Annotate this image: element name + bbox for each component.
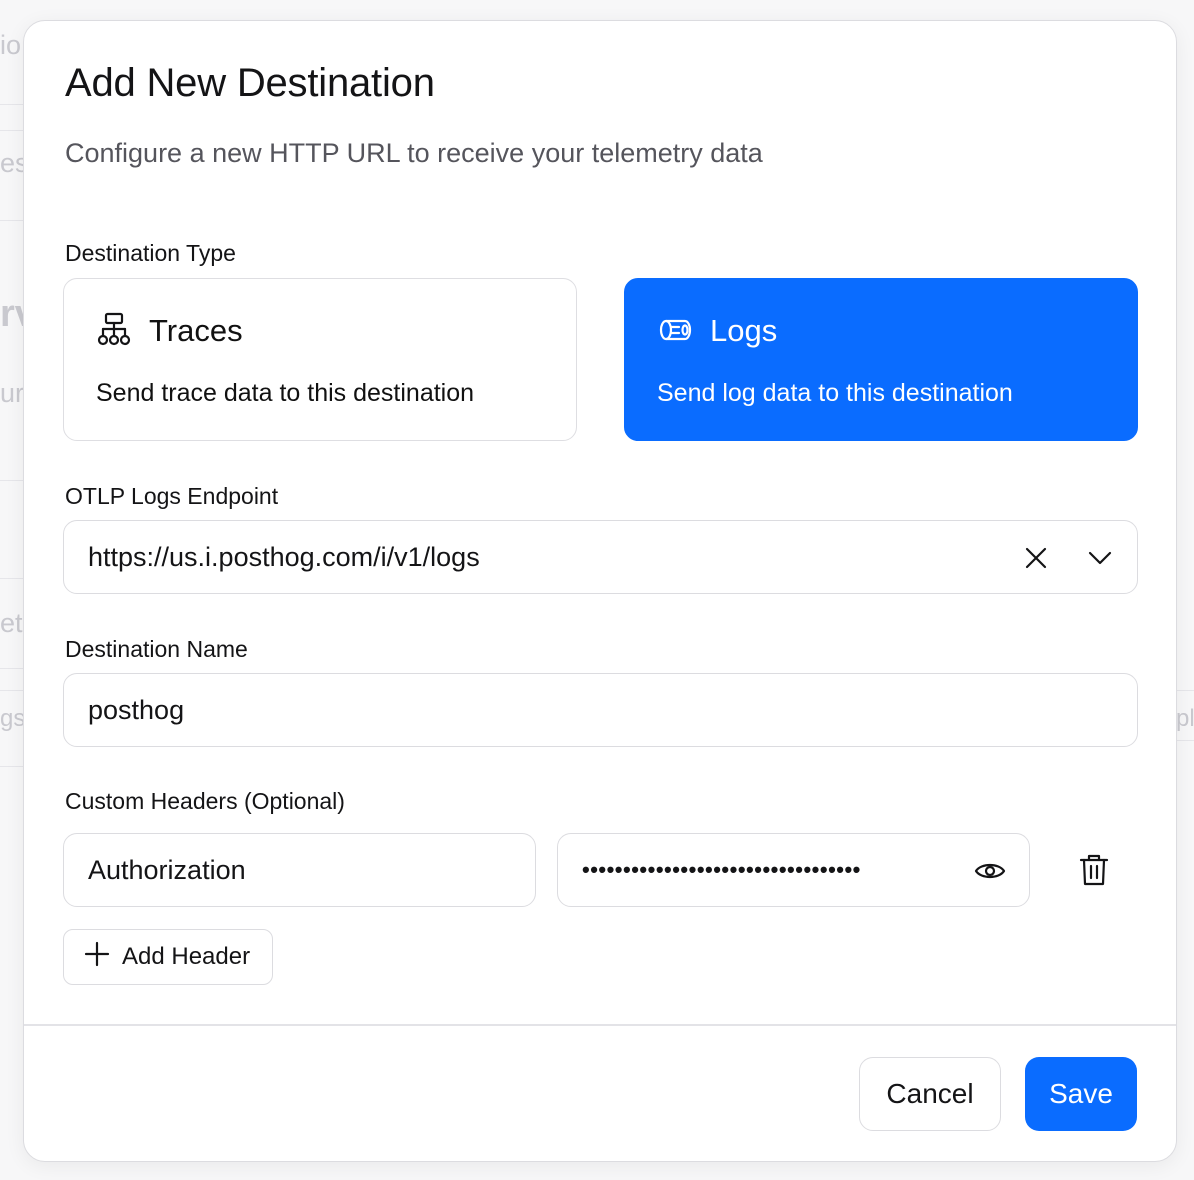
destination-name-field[interactable] xyxy=(63,673,1138,747)
background-fragment: gs xyxy=(0,705,26,732)
traces-card-description: Send trace data to this destination xyxy=(96,379,475,407)
background-divider xyxy=(0,578,23,579)
destination-name-input[interactable] xyxy=(88,674,1113,746)
background-divider xyxy=(0,130,23,131)
sitemap-icon xyxy=(96,312,132,348)
destination-type-label: Destination Type xyxy=(65,240,236,266)
header-value-masked: •••••••••••••••••••••••••••••••••• xyxy=(582,857,861,882)
plus-icon xyxy=(84,941,110,974)
background-fragment: pl xyxy=(1176,705,1194,732)
destination-name-label: Destination Name xyxy=(65,636,248,662)
traces-card-title: Traces xyxy=(149,313,243,348)
log-scroll-icon xyxy=(657,312,693,348)
add-destination-dialog: Add New Destination Configure a new HTTP… xyxy=(23,20,1177,1162)
background-fragment: et xyxy=(0,608,23,638)
clear-icon[interactable] xyxy=(1020,542,1052,574)
background-divider xyxy=(0,766,23,767)
dialog-subtitle: Configure a new HTTP URL to receive your… xyxy=(65,138,763,168)
destination-type-logs-card[interactable]: Logs Send log data to this destination xyxy=(624,278,1138,441)
chevron-down-icon[interactable] xyxy=(1084,542,1116,574)
endpoint-value: https://us.i.posthog.com/i/v1/logs xyxy=(88,542,480,572)
background-divider xyxy=(0,480,23,481)
footer-divider xyxy=(24,1024,1176,1026)
background-divider xyxy=(1177,690,1194,691)
background-divider xyxy=(0,668,23,669)
dialog-title: Add New Destination xyxy=(65,61,435,105)
background-fragment: ur xyxy=(0,378,25,408)
eye-icon[interactable] xyxy=(972,855,1008,887)
background-divider xyxy=(0,690,23,691)
logs-card-title: Logs xyxy=(710,313,778,348)
header-key-input[interactable] xyxy=(88,834,511,906)
background-divider xyxy=(0,104,23,105)
save-button[interactable]: Save xyxy=(1025,1057,1137,1131)
endpoint-label: OTLP Logs Endpoint xyxy=(65,483,279,509)
cancel-button[interactable]: Cancel xyxy=(859,1057,1001,1131)
background-divider xyxy=(0,220,23,221)
header-value-field[interactable]: •••••••••••••••••••••••••••••••••• xyxy=(557,833,1030,907)
destination-type-traces-card[interactable]: Traces Send trace data to this destinati… xyxy=(63,278,577,441)
background-fragment: io xyxy=(0,30,22,60)
add-header-button[interactable]: Add Header xyxy=(63,929,273,985)
header-key-field[interactable] xyxy=(63,833,536,907)
add-header-label: Add Header xyxy=(122,943,251,970)
endpoint-combobox[interactable]: https://us.i.posthog.com/i/v1/logs xyxy=(63,520,1138,594)
custom-headers-label: Custom Headers (Optional) xyxy=(65,788,345,814)
background-divider xyxy=(1177,740,1194,741)
logs-card-description: Send log data to this destination xyxy=(657,379,1013,407)
trash-icon[interactable] xyxy=(1076,852,1112,888)
